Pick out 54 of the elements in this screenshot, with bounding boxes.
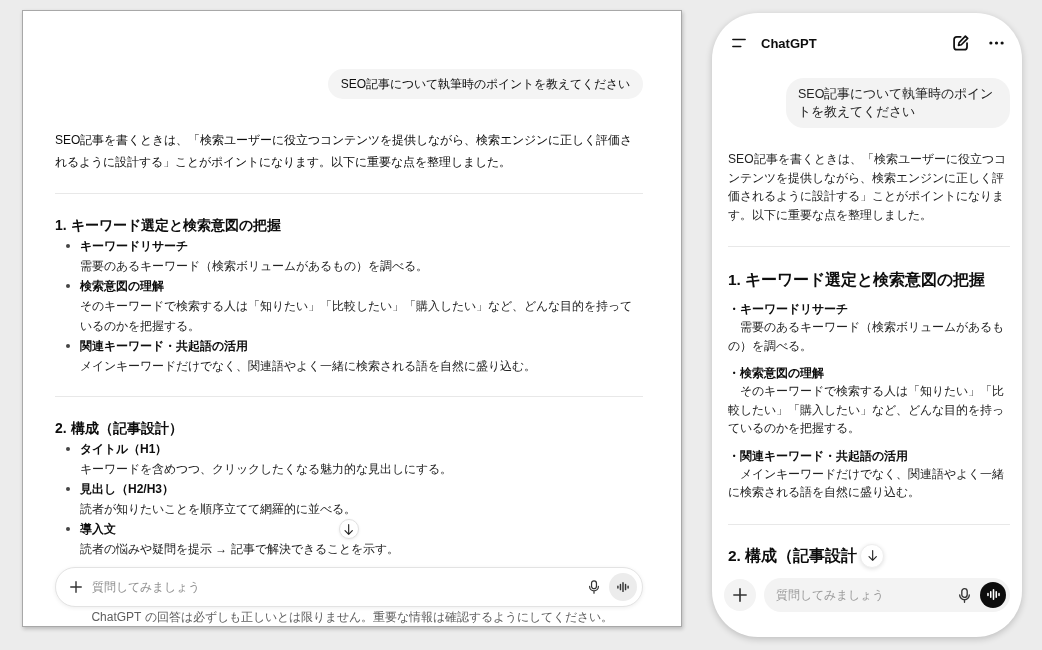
- item-title: 検索意図の理解: [80, 278, 164, 295]
- mic-icon: [959, 587, 970, 603]
- item-description: 読者の悩みや疑問を提示 → 記事で解決できることを示す。: [80, 541, 399, 558]
- app-title: ChatGPT: [761, 35, 817, 51]
- voice-button[interactable]: [980, 582, 1006, 608]
- section-heading: 2. 構成（記事設計）: [55, 419, 184, 438]
- item-description: 需要のあるキーワード（検索ボリュームがあるもの）を調べる。: [80, 258, 428, 275]
- item-description: 読者が知りたいことを順序立てて網羅的に並べる。: [80, 501, 356, 518]
- edit-icon: [953, 35, 969, 51]
- plus-icon: [70, 581, 82, 593]
- arrow-down-icon: [867, 550, 877, 561]
- waveform-icon: [986, 589, 1000, 601]
- more-icon: [989, 41, 1004, 45]
- item-description: キーワードを含めつつ、クリックしたくなる魅力的な見出しにする。: [80, 461, 452, 478]
- item-title: ・キーワードリサーチ: [728, 301, 849, 318]
- bullet-icon: [66, 447, 70, 451]
- arrow-down-icon: [344, 523, 354, 535]
- item-description: メインキーワードだけでなく、関連語やよく一緒に検索される語を自然に盛り込む。: [728, 465, 1006, 501]
- scroll-down-button[interactable]: [339, 519, 359, 539]
- section-heading: 1. キーワード選定と検索意図の把握: [55, 216, 282, 235]
- answer-paragraph: SEO記事を書くときは、「検索ユーザーに役立つコンテンツを提供しながら、検索エンジンに正しく評価されるように設計する」ことがポイントになります。以下に重要な点を整理しました。: [55, 132, 634, 171]
- scroll-down-button[interactable]: [860, 543, 885, 568]
- item-description: そのキーワードで検索する人は「知りたい」「比較したい」「購入したい」など、どんな目的を持っているのかを把握する。: [728, 383, 1006, 437]
- user-message: SEO記事について執筆時のポイントを教えてください: [327, 69, 643, 99]
- item-title: ・検索意図の理解: [728, 365, 825, 382]
- item-title: 関連キーワード・共起語の活用: [80, 338, 248, 355]
- bullet-icon: [66, 344, 70, 348]
- answer-paragraph: SEO記事を書くときは、「検索ユーザーに役立つコンテンツを提供しながら、検索エンジンに正しく評価されるように設計する」ことがポイントになります。以下に重要な点を整理しました。: [728, 151, 1007, 224]
- item-title: 見出し（H2/H3）: [80, 481, 174, 498]
- item-title: キーワードリサーチ: [80, 238, 188, 255]
- bullet-icon: [66, 244, 70, 248]
- section-heading: 1. キーワード選定と検索意図の把握: [728, 270, 987, 290]
- plus-icon: [733, 588, 747, 602]
- item-description: メインキーワードだけでなく、関連語やよく一緒に検索される語を自然に盛り込む。: [80, 358, 536, 375]
- item-title: ・関連キーワード・共起語の活用: [728, 447, 909, 465]
- bullet-icon: [66, 527, 70, 531]
- message-field[interactable]: 質問してみましょう: [764, 578, 1010, 612]
- user-message: SEO記事について執筆時のポイントを教えてください: [786, 78, 1010, 128]
- mic-icon: [589, 580, 599, 594]
- attach-button[interactable]: [724, 579, 756, 611]
- section-heading: 2. 構成（記事設計: [728, 545, 858, 566]
- voice-button[interactable]: [609, 573, 637, 601]
- item-description: 需要のあるキーワード（検索ボリュームがあるもの）を調べる。: [728, 319, 1006, 355]
- message-input[interactable]: 質問してみましょう: [92, 578, 579, 596]
- item-description: そのキーワードで検索する人は「知りたい」「比較したい」「購入したい」など、どんな目的を持っているのかを把握する。: [80, 298, 633, 335]
- menu-icon: [732, 38, 746, 48]
- bullet-icon: [66, 284, 70, 288]
- bullet-icon: [66, 487, 70, 491]
- item-title: 導入文: [80, 521, 116, 538]
- waveform-icon: [617, 581, 629, 593]
- message-input[interactable]: 質問してみましょう: [776, 586, 949, 604]
- disclaimer-text: ChatGPT の回答は必ずしも正しいとは限りません。重要な情報は確認するようにしてください。: [91, 610, 613, 625]
- item-title: タイトル（H1）: [80, 441, 168, 458]
- message-field[interactable]: 質問してみましょう: [55, 567, 643, 607]
